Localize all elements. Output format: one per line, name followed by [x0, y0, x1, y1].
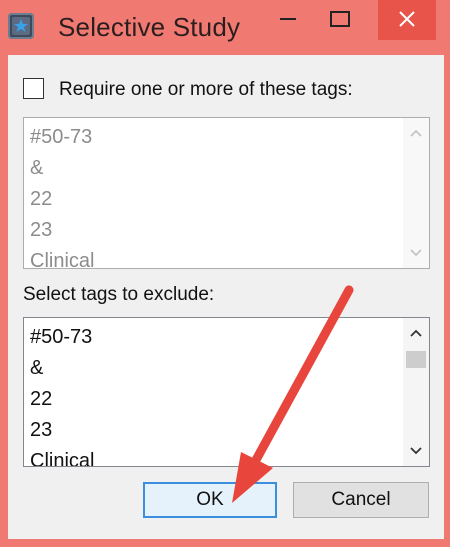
list-item[interactable]: #50-73 — [30, 122, 94, 153]
list-item[interactable]: #50-73 — [30, 322, 94, 353]
list-item[interactable]: 22 — [30, 384, 94, 415]
maximize-button[interactable] — [318, 0, 362, 40]
app-star-icon — [8, 13, 34, 39]
list-item[interactable]: 22 — [30, 184, 94, 215]
list-item[interactable]: & — [30, 153, 94, 184]
require-tags-checkbox[interactable] — [23, 78, 44, 99]
title-bar[interactable]: Selective Study — [0, 0, 450, 54]
scroll-up-icon[interactable] — [408, 327, 424, 339]
list-item[interactable]: 23 — [30, 215, 94, 246]
scroll-down-icon[interactable] — [408, 445, 424, 457]
scroll-down-icon[interactable] — [408, 247, 424, 259]
require-tags-list[interactable]: #50-73 & 22 23 Clinical — [23, 117, 430, 269]
close-button[interactable] — [378, 0, 436, 40]
exclude-tags-label: Select tags to exclude: — [23, 284, 215, 305]
close-icon — [399, 11, 415, 27]
list-item[interactable]: Clinical — [30, 246, 94, 268]
minimize-icon — [280, 18, 296, 20]
exclude-list-scrollbar[interactable] — [403, 318, 429, 466]
list-item[interactable]: & — [30, 353, 94, 384]
minimize-button[interactable] — [266, 0, 310, 40]
require-tags-label[interactable]: Require one or more of these tags: — [59, 79, 353, 101]
require-list-scrollbar[interactable] — [403, 118, 429, 268]
window-title: Selective Study — [58, 12, 241, 42]
scroll-thumb[interactable] — [406, 351, 426, 368]
cancel-button[interactable]: Cancel — [293, 482, 429, 518]
list-item[interactable]: Clinical — [30, 446, 94, 466]
ok-button[interactable]: OK — [143, 482, 277, 518]
dialog-body: Require one or more of these tags: #50-7… — [8, 55, 444, 539]
list-item[interactable]: 23 — [30, 415, 94, 446]
exclude-tags-list[interactable]: #50-73 & 22 23 Clinical — [23, 317, 430, 467]
maximize-icon — [330, 11, 350, 27]
scroll-up-icon[interactable] — [408, 127, 424, 139]
